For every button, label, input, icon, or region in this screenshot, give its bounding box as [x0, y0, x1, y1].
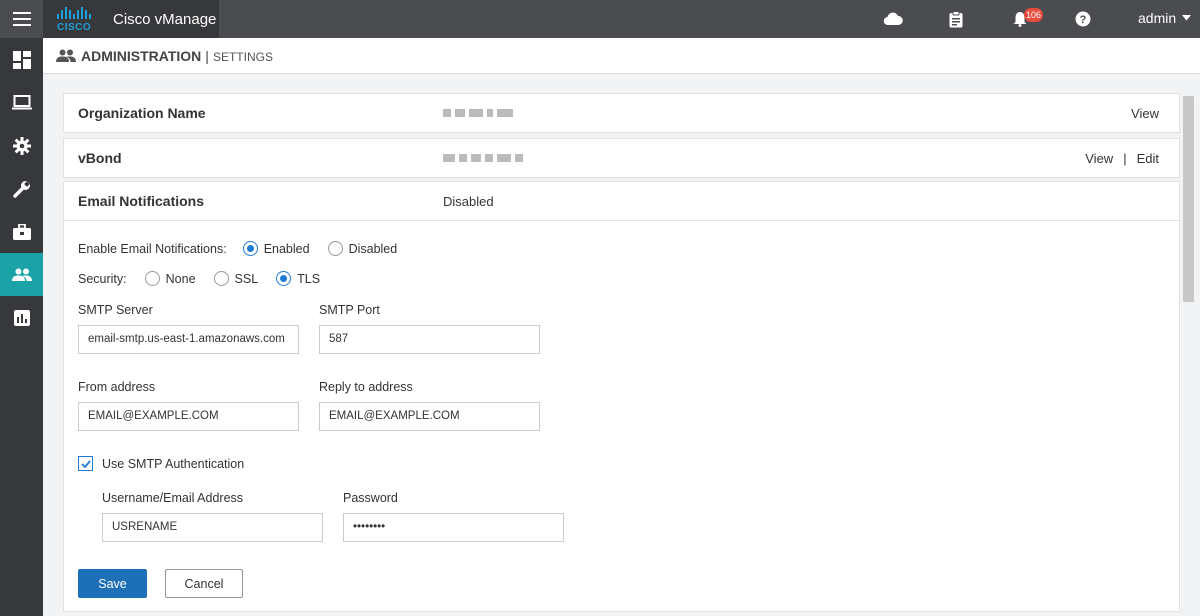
top-bar: CISCO Cisco vManage 106 ? admin	[0, 0, 1200, 38]
disabled-radio[interactable]	[327, 241, 343, 256]
redacted-organization-value	[443, 109, 513, 117]
sidebar-item-tools[interactable]	[0, 167, 43, 210]
vbond-edit-link[interactable]: Edit	[1137, 151, 1159, 166]
security-tls-option[interactable]: TLS	[276, 271, 320, 286]
organization-name-row: Organization Name View	[63, 93, 1180, 133]
users-icon	[56, 49, 76, 63]
page-subtitle: SETTINGS	[212, 49, 273, 64]
email-notifications-label: Email Notifications	[78, 193, 205, 209]
action-separator: |	[1123, 151, 1127, 166]
security-row: Security: None SSL TLS	[78, 271, 338, 286]
sidebar-item-monitor[interactable]	[0, 81, 43, 124]
users-icon	[11, 268, 32, 281]
reply-to-address-input[interactable]: EMAIL@EXAMPLE.COM	[319, 402, 540, 431]
app-title: Cisco vManage	[113, 10, 217, 28]
tls-option-label: TLS	[297, 271, 321, 286]
scrollbar-thumb[interactable]	[1183, 96, 1194, 302]
enable-email-label: Enable Email Notifications:	[78, 241, 227, 256]
brand[interactable]: CISCO Cisco vManage	[43, 0, 219, 38]
caret-down-icon	[1182, 15, 1192, 21]
sidebar-item-dashboard[interactable]	[0, 38, 43, 81]
from-address-input[interactable]: EMAIL@EXAMPLE.COM	[78, 402, 299, 431]
breadcrumb-separator: |	[205, 47, 209, 64]
cancel-button[interactable]: Cancel	[165, 569, 243, 598]
ssl-option-label: SSL	[234, 271, 259, 286]
wrench-icon	[12, 180, 30, 198]
vbond-row: vBond View | Edit	[63, 138, 1180, 178]
notification-badge: 106	[1024, 8, 1044, 22]
security-ssl-option[interactable]: SSL	[213, 271, 259, 286]
enabled-option-label: Enabled	[263, 241, 310, 256]
vbond-view-link[interactable]: View	[1085, 151, 1113, 166]
gear-icon	[12, 136, 31, 155]
username-label: Username/Email Address	[102, 491, 244, 505]
tls-radio[interactable]	[276, 271, 292, 286]
security-label: Security:	[78, 271, 127, 286]
reply-to-address-label: Reply to address	[319, 380, 413, 394]
logo-text: CISCO	[57, 22, 92, 33]
save-button[interactable]: Save	[78, 569, 147, 598]
page-title: ADMINISTRATION	[81, 47, 202, 64]
checkmark-icon	[80, 459, 91, 468]
email-settings-form: Enable Email Notifications: Enabled Disa…	[64, 220, 1179, 610]
organization-name-label: Organization Name	[78, 105, 206, 121]
user-name: admin	[1138, 10, 1177, 26]
none-radio[interactable]	[144, 271, 160, 286]
password-label: Password	[343, 491, 398, 505]
smtp-auth-checkbox[interactable]	[78, 456, 93, 471]
sidebar-item-analytics[interactable]	[0, 296, 43, 339]
sidebar	[0, 38, 43, 616]
smtp-auth-label: Use SMTP Authentication	[102, 456, 245, 471]
from-address-label: From address	[78, 380, 156, 394]
cisco-logo: CISCO	[55, 4, 99, 34]
smtp-server-label: SMTP Server	[78, 303, 153, 317]
help-icon[interactable]: ?	[1073, 9, 1093, 29]
smtp-auth-row[interactable]: Use SMTP Authentication	[78, 456, 244, 471]
bar-chart-icon	[13, 309, 30, 326]
sidebar-item-configuration[interactable]	[0, 124, 43, 167]
security-none-option[interactable]: None	[144, 271, 196, 286]
none-option-label: None	[165, 271, 196, 286]
smtp-port-label: SMTP Port	[319, 303, 380, 317]
smtp-server-input[interactable]: email-smtp.us-east-1.amazonaws.com	[78, 325, 299, 354]
enabled-radio[interactable]	[242, 241, 258, 256]
user-menu[interactable]: admin	[1138, 10, 1192, 26]
organization-view-link[interactable]: View	[1131, 106, 1159, 121]
sidebar-item-maintenance[interactable]	[0, 210, 43, 253]
enable-email-row: Enable Email Notifications: Enabled Disa…	[78, 241, 415, 256]
clipboard-icon[interactable]	[946, 9, 966, 29]
laptop-icon	[11, 95, 32, 110]
hamburger-menu-icon[interactable]	[0, 0, 43, 38]
smtp-port-input[interactable]: 587	[319, 325, 540, 354]
enabled-option[interactable]: Enabled	[242, 241, 310, 256]
svg-text:?: ?	[1080, 14, 1087, 26]
vbond-label: vBond	[78, 150, 122, 166]
disabled-option[interactable]: Disabled	[327, 241, 398, 256]
email-notifications-card: Email Notifications Disabled Enable Emai…	[63, 181, 1180, 612]
page-header: ADMINISTRATION | SETTINGS	[43, 38, 1200, 74]
redacted-vbond-value	[443, 154, 523, 162]
password-input[interactable]: ••••••••	[343, 513, 564, 542]
dashboard-icon	[12, 50, 31, 69]
disabled-option-label: Disabled	[348, 241, 398, 256]
sidebar-item-administration[interactable]	[0, 253, 43, 296]
email-notifications-status: Disabled	[443, 193, 494, 209]
ssl-radio[interactable]	[213, 271, 229, 286]
username-input[interactable]: USRENAME	[102, 513, 323, 542]
cloud-icon[interactable]	[883, 9, 903, 29]
toolbox-icon	[12, 223, 31, 240]
